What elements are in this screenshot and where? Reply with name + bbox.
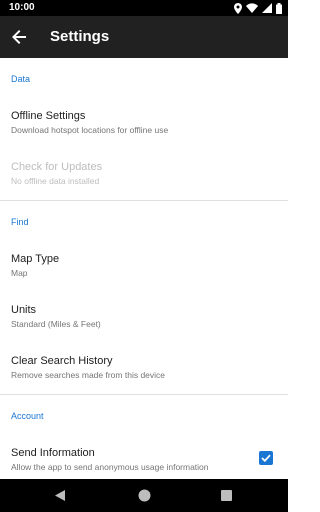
location-icon — [234, 2, 242, 14]
section-header-label: Data — [11, 74, 31, 84]
signal-icon — [262, 3, 272, 13]
pref-check-updates: Check for Updates No offline data instal… — [0, 149, 288, 200]
pref-title: Clear Search History — [11, 355, 113, 367]
battery-icon — [276, 2, 282, 14]
section-header-find: Find — [0, 201, 288, 241]
status-icons — [234, 2, 282, 14]
pref-title: Offline Settings — [11, 110, 86, 122]
back-button[interactable] — [6, 25, 32, 49]
settings-list[interactable]: Data Offline Settings Download hotspot l… — [0, 58, 288, 479]
arrow-back-icon — [12, 30, 26, 44]
nav-back-button[interactable] — [40, 479, 80, 512]
pref-summary: Allow the app to send anonymous usage in… — [11, 462, 209, 472]
pref-title: Check for Updates — [11, 161, 103, 173]
pref-summary: Remove searches made from this device — [11, 370, 166, 380]
pref-title: Send Information — [11, 447, 95, 459]
nav-recents-button[interactable] — [206, 479, 246, 512]
pref-units[interactable]: Units Standard (Miles & Feet) — [0, 292, 288, 343]
status-bar: 10:00 — [0, 0, 288, 16]
pref-title: Map Type — [11, 253, 60, 265]
pref-clear-search-history[interactable]: Clear Search History Remove searches mad… — [0, 343, 288, 394]
checkmark-icon — [261, 454, 271, 462]
section-header-data: Data — [0, 58, 288, 98]
pref-summary: Map — [11, 268, 28, 278]
back-triangle-icon — [55, 490, 65, 501]
recents-square-icon — [220, 490, 232, 501]
status-time: 10:00 — [9, 2, 35, 13]
page-title: Settings — [50, 28, 110, 45]
pref-offline-settings[interactable]: Offline Settings Download hotspot locati… — [0, 98, 288, 149]
pref-send-information[interactable]: Send Information Allow the app to send a… — [0, 435, 288, 479]
section-header-label: Find — [11, 217, 29, 227]
app-bar: Settings — [0, 16, 288, 58]
pref-summary: Download hotspot locations for offline u… — [11, 125, 169, 135]
navigation-bar — [0, 479, 288, 512]
send-information-checkbox[interactable] — [259, 451, 273, 465]
pref-summary: Standard (Miles & Feet) — [11, 319, 101, 329]
pref-title: Units — [11, 304, 37, 316]
nav-home-button[interactable] — [124, 479, 164, 512]
pref-map-type[interactable]: Map Type Map — [0, 241, 288, 292]
wifi-icon — [246, 3, 258, 13]
pref-summary: No offline data installed — [11, 176, 100, 186]
section-header-label: Account — [11, 411, 44, 421]
home-circle-icon — [138, 489, 150, 502]
section-header-account: Account — [0, 395, 288, 435]
